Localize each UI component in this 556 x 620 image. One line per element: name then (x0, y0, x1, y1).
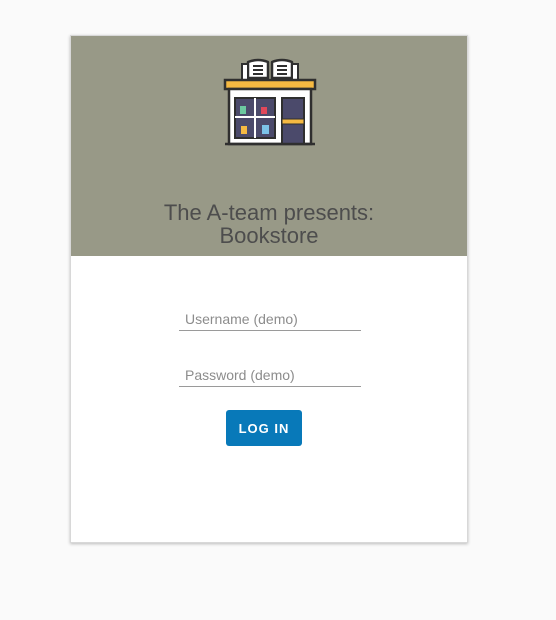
login-card: The A-team presents: Bookstore LOG IN (70, 35, 468, 543)
username-input[interactable] (179, 309, 361, 331)
bookstore-icon (223, 58, 317, 146)
header-banner: The A-team presents: Bookstore (71, 36, 467, 256)
password-input[interactable] (179, 365, 361, 387)
page-title: The A-team presents: Bookstore (71, 201, 467, 247)
title-line-2: Bookstore (219, 223, 319, 248)
login-button[interactable]: LOG IN (226, 410, 302, 446)
title-line-1: The A-team presents: (163, 200, 375, 225)
